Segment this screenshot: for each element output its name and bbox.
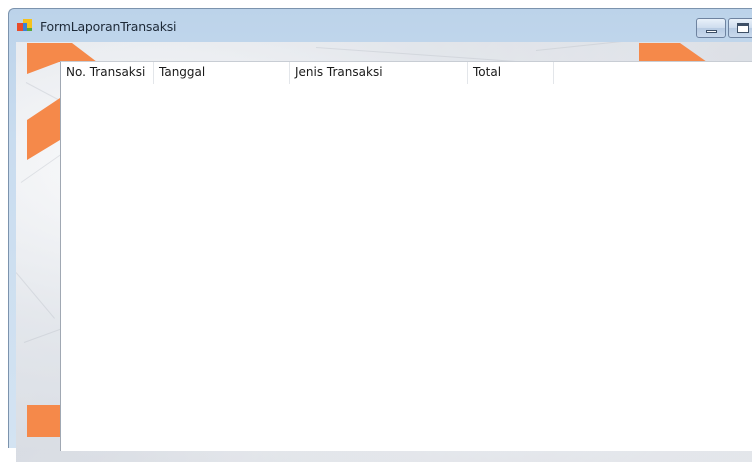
column-header-jenis-transaksi[interactable]: Jenis Transaksi bbox=[290, 62, 468, 84]
list-header: No. Transaksi Tanggal Jenis Transaksi To… bbox=[61, 62, 554, 84]
transaction-report-list[interactable]: No. Transaksi Tanggal Jenis Transaksi To… bbox=[60, 61, 752, 451]
column-header-total[interactable]: Total bbox=[468, 62, 554, 84]
column-header-tanggal[interactable]: Tanggal bbox=[154, 62, 290, 84]
column-header-no-transaksi[interactable]: No. Transaksi bbox=[61, 62, 154, 84]
